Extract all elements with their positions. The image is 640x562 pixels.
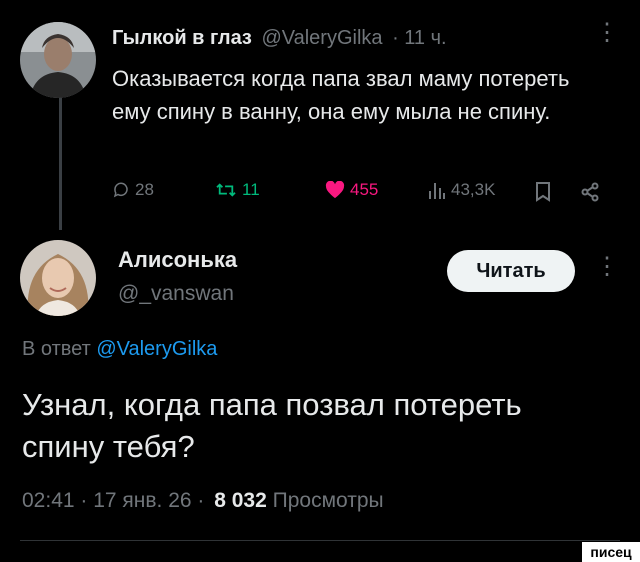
like-count: 455: [350, 180, 379, 199]
reply-icon: [113, 182, 128, 198]
analytics-icon: [429, 183, 445, 199]
avatar-tweet2[interactable]: [20, 240, 96, 316]
views-button[interactable]: 43,3K: [428, 180, 495, 200]
reply-context: В ответ @ValeryGilka: [22, 338, 217, 361]
heart-icon: [325, 181, 345, 199]
tweet1-header: Гылкой в глаз @ValeryGilka · 11 ч.: [112, 27, 447, 50]
retweet-icon: [216, 183, 236, 197]
tweet2-text: Узнал, когда папа позвал потереть спину …: [22, 387, 522, 464]
thread-line: [59, 98, 62, 230]
more-options-icon[interactable]: ⋮: [595, 21, 619, 45]
retweet-count: 11: [242, 180, 260, 199]
tweet-meta: 02:41 · 17 янв. 26 · 8 032 Просмотры: [22, 489, 384, 513]
retweet-button[interactable]: 11: [215, 180, 260, 200]
view-count: 8 032: [214, 489, 267, 512]
reply-count: 28: [135, 180, 154, 199]
share-icon[interactable]: [580, 182, 600, 207]
reply-button[interactable]: 28: [112, 180, 154, 200]
more-options-icon-tweet2[interactable]: ⋮: [595, 255, 619, 279]
author-name[interactable]: Гылкой в глаз: [112, 27, 252, 49]
watermark-label: писец: [582, 542, 640, 562]
author-handle-tweet2[interactable]: @_vanswan: [118, 282, 234, 306]
avatar-tweet1[interactable]: [20, 22, 96, 98]
tweet-timestamp[interactable]: 02:41 · 17 янв. 26 ·: [22, 489, 204, 512]
author-handle[interactable]: @ValeryGilka: [261, 27, 382, 49]
author-name-tweet2[interactable]: Алисонька: [118, 247, 237, 273]
reply-to-link[interactable]: @ValeryGilka: [96, 338, 217, 360]
views-label: Просмотры: [272, 489, 384, 512]
tweet-time[interactable]: · 11 ч.: [392, 27, 447, 49]
divider: [20, 540, 620, 541]
like-button[interactable]: 455: [325, 180, 378, 200]
follow-button[interactable]: Читать: [447, 250, 575, 292]
reply-prefix: В ответ: [22, 338, 91, 360]
views-count: 43,3K: [451, 180, 496, 199]
bookmark-icon[interactable]: [535, 182, 551, 207]
tweet1-text: Оказывается когда папа звал маму потерет…: [112, 66, 570, 124]
